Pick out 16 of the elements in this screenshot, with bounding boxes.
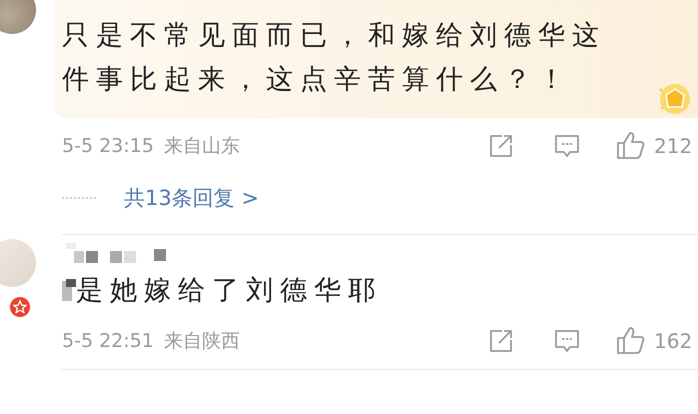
- like-count: 162: [654, 329, 694, 353]
- like-icon[interactable]: [616, 326, 646, 356]
- comment-text: 是她嫁给了刘德华耶: [76, 274, 382, 308]
- comment-time: 5-5 23:15: [62, 135, 154, 157]
- comment-text: 只是不常见面而已，和嫁给刘德华这件事比起来，这点辛苦算什么？！: [62, 19, 607, 97]
- comment-location: 来自山东: [164, 134, 240, 159]
- comment-time: 5-5 22:51: [62, 330, 154, 352]
- like-count: 212: [654, 134, 694, 158]
- comment-icon[interactable]: [554, 133, 580, 159]
- comment-icon[interactable]: [554, 328, 580, 354]
- comment-location: 来自陕西: [164, 329, 240, 354]
- share-icon[interactable]: [488, 328, 514, 354]
- like-icon[interactable]: [616, 131, 646, 161]
- medal-icon: [658, 82, 692, 116]
- view-replies-link[interactable]: 共13条回复 >: [124, 184, 259, 212]
- share-icon[interactable]: [488, 133, 514, 159]
